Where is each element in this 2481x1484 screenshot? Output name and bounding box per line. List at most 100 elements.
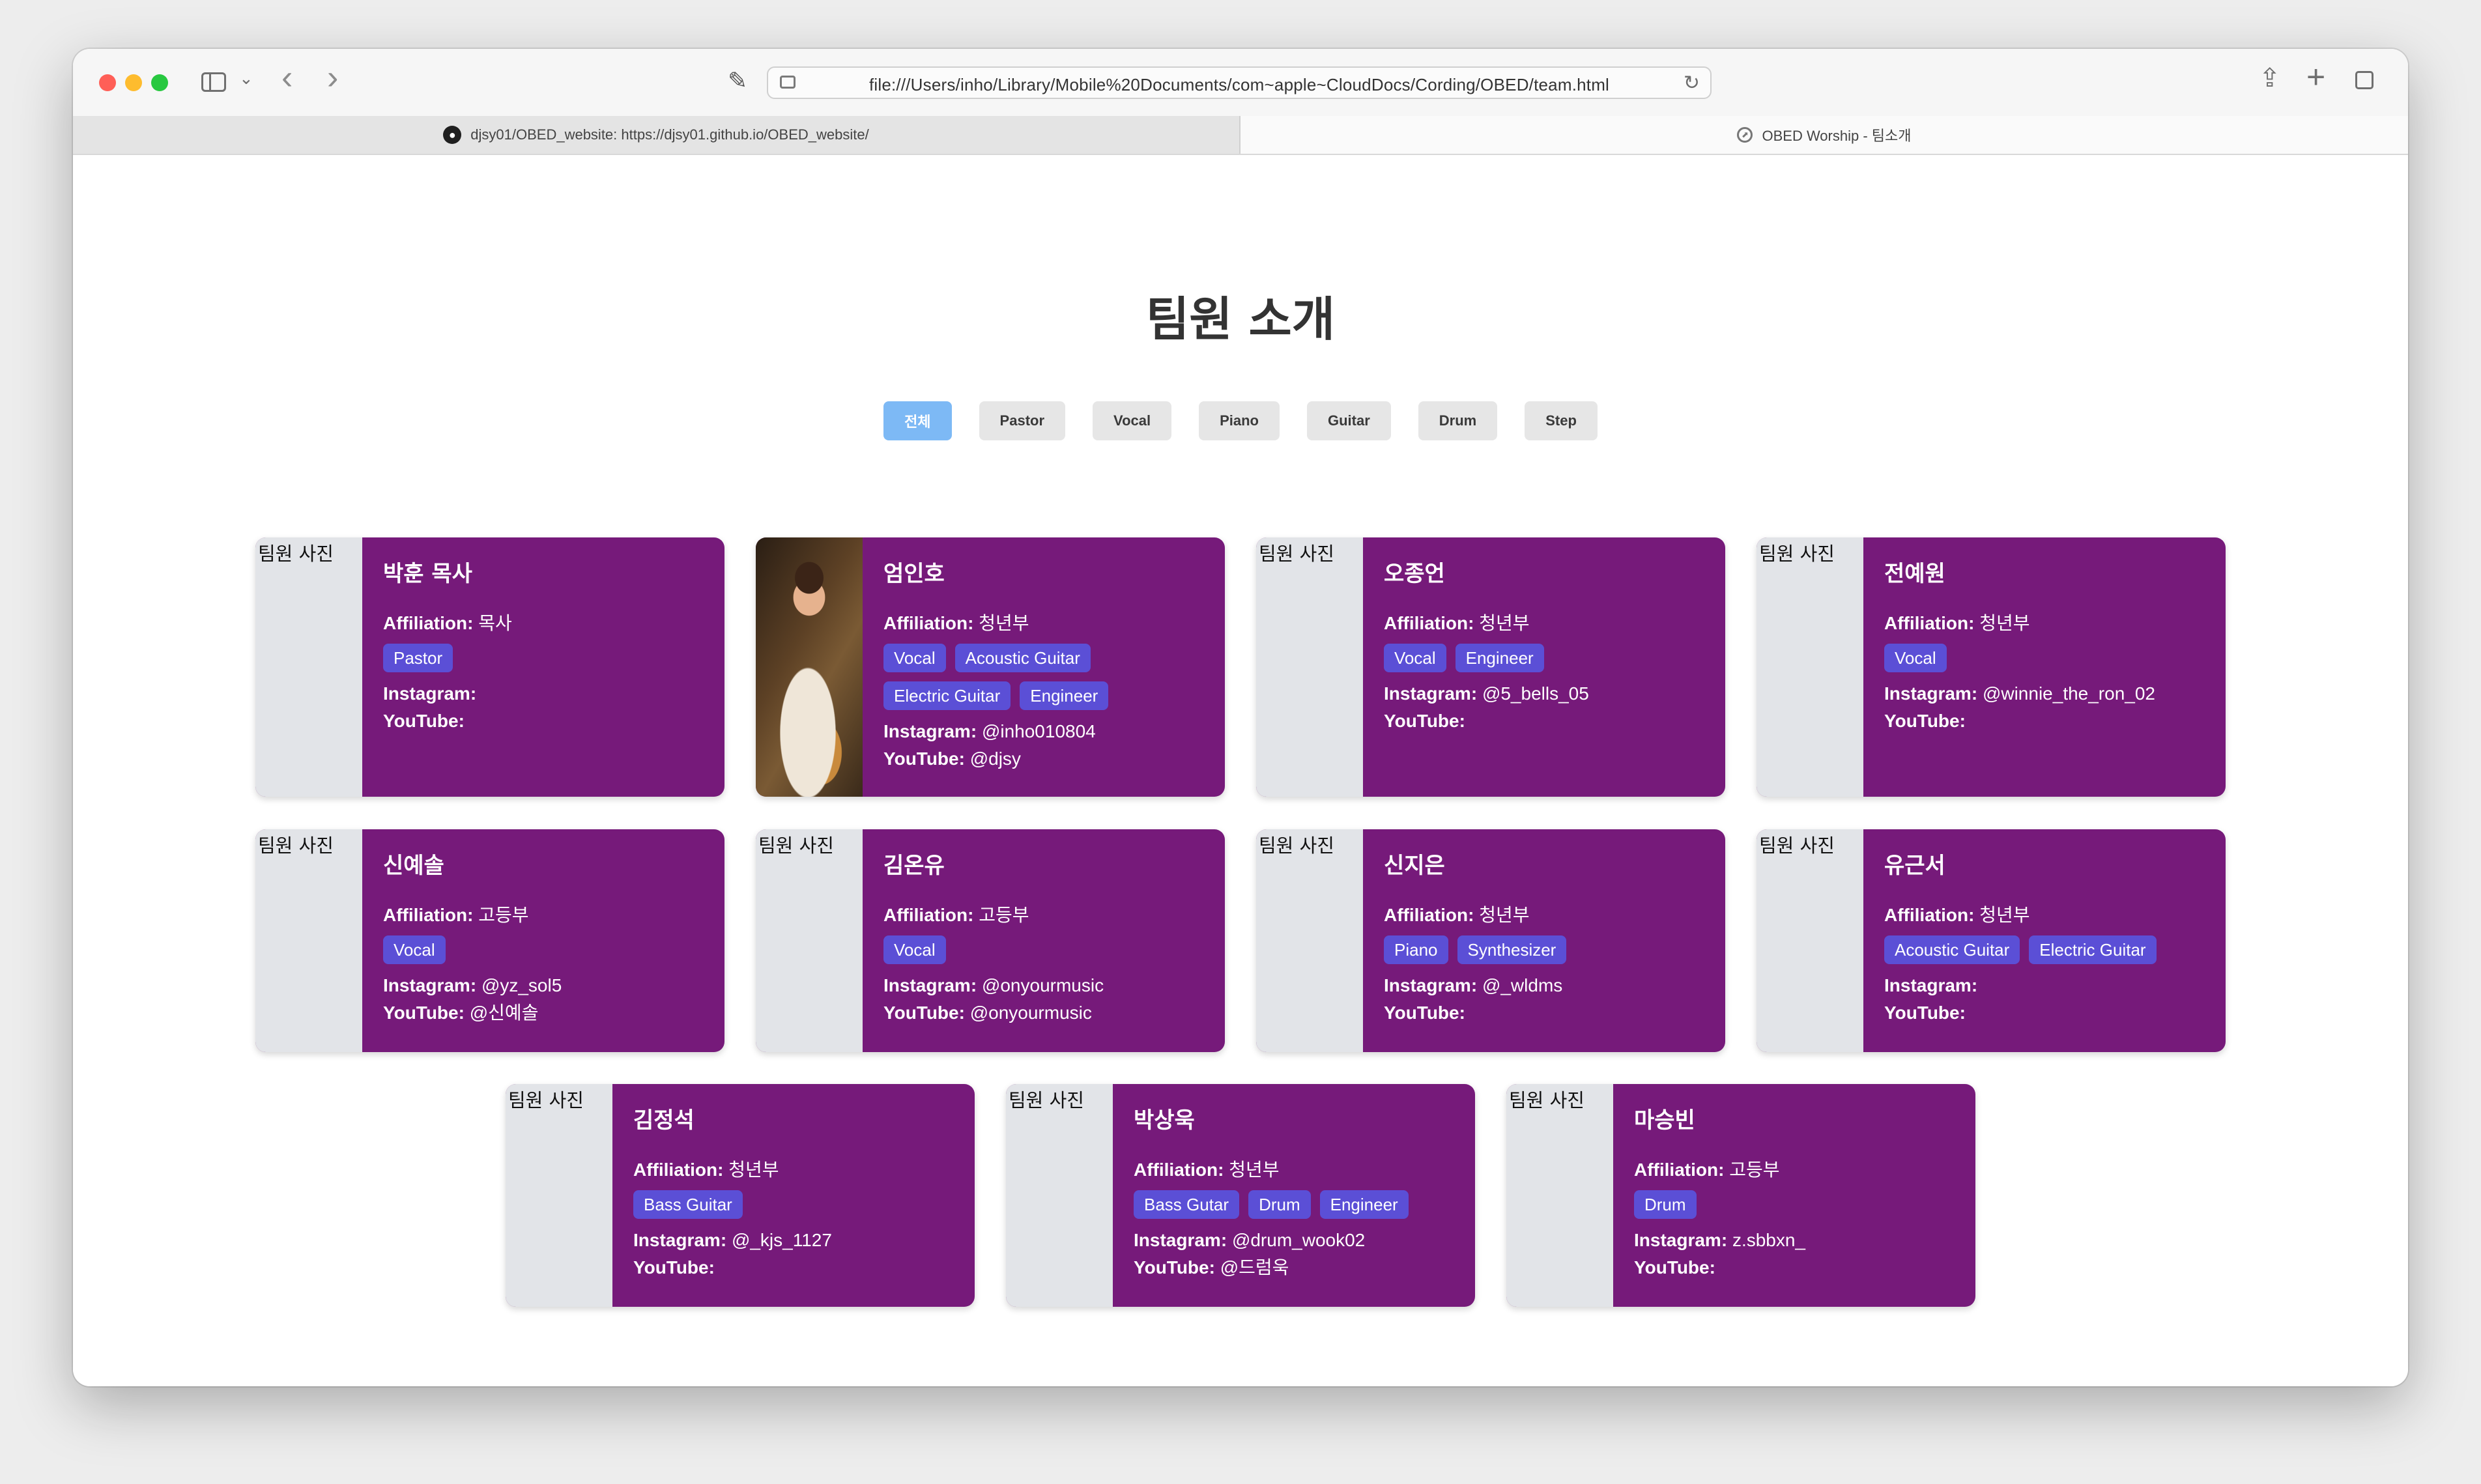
github-icon: ●	[443, 126, 462, 144]
role-tag: Vocal	[883, 644, 946, 672]
youtube-handle[interactable]: @신예솔	[470, 1003, 539, 1023]
member-photo: 팀원 사진	[1006, 1084, 1113, 1307]
member-instagram: Instagram: @yz_sol5	[383, 972, 724, 999]
youtube-handle[interactable]: @onyourmusic	[970, 1003, 1092, 1023]
member-instagram: Instagram:	[1884, 972, 2226, 999]
instagram-handle[interactable]: @yz_sol5	[481, 975, 562, 995]
new-tab-icon[interactable]: +	[2306, 58, 2325, 96]
member-info: 유근서 Affiliation: 청년부 Acoustic Guitar Ele…	[1863, 829, 2226, 1052]
member-affiliation: Affiliation: 청년부	[1384, 902, 1725, 929]
browser-toolbar: ⌄ ‹ › ✎ file:///Users/inho/Library/Mobil…	[73, 49, 2408, 117]
role-tag: Synthesizer	[1457, 935, 1567, 964]
member-card: 팀원 사진 오종언 Affiliation: 청년부 Vocal Enginee…	[1256, 537, 1725, 797]
member-instagram: Instagram: @_wldms	[1384, 972, 1725, 999]
affiliation-value: 고등부	[478, 905, 529, 925]
youtube-handle[interactable]: @djsy	[970, 749, 1021, 769]
instagram-handle[interactable]: @onyourmusic	[982, 975, 1104, 995]
instagram-handle[interactable]: @5_bells_05	[1482, 683, 1589, 704]
instagram-label: Instagram:	[883, 975, 977, 995]
member-affiliation: Affiliation: 고등부	[883, 902, 1225, 929]
address-bar[interactable]: file:///Users/inho/Library/Mobile%20Docu…	[767, 66, 1712, 99]
member-photo: 팀원 사진	[1506, 1084, 1613, 1307]
member-affiliation: Affiliation: 청년부	[1884, 902, 2226, 929]
member-affiliation: Affiliation: 고등부	[1634, 1156, 1975, 1184]
share-icon[interactable]: ⇪	[2259, 63, 2281, 93]
filter-bar: 전체 Pastor Vocal Piano Guitar Drum Step	[73, 401, 2408, 440]
role-tag: Engineer	[1455, 644, 1544, 672]
filter-all-button[interactable]: 전체	[883, 401, 952, 440]
zoom-window-button[interactable]	[151, 74, 168, 91]
instagram-handle[interactable]: @drum_wook02	[1232, 1230, 1365, 1250]
member-tags: Acoustic Guitar Electric Guitar	[1884, 935, 2226, 964]
member-youtube: YouTube:	[383, 707, 724, 735]
youtube-label: YouTube:	[1134, 1257, 1215, 1277]
instagram-handle[interactable]: @winnie_the_ron_02	[1983, 683, 2155, 704]
role-tag: Vocal	[1384, 644, 1446, 672]
sidebar-toggle-icon[interactable]	[201, 72, 226, 92]
member-photo: 팀원 사진	[1757, 829, 1863, 1052]
member-info: 전예원 Affiliation: 청년부 Vocal Instagram: @w…	[1863, 537, 2226, 797]
role-tag: Engineer	[1020, 681, 1109, 710]
reload-icon[interactable]: ↻	[1684, 72, 1700, 94]
affiliation-label: Affiliation:	[633, 1160, 724, 1180]
member-affiliation: Affiliation: 청년부	[1134, 1156, 1475, 1184]
member-tags: Drum	[1634, 1190, 1975, 1219]
affiliation-label: Affiliation:	[1134, 1160, 1224, 1180]
youtube-label: YouTube:	[1884, 1003, 1966, 1023]
filter-pastor-button[interactable]: Pastor	[979, 401, 1066, 440]
instagram-handle[interactable]: @_wldms	[1482, 975, 1562, 995]
role-tag: Drum	[1634, 1190, 1697, 1219]
filter-guitar-button[interactable]: Guitar	[1307, 401, 1391, 440]
close-window-button[interactable]	[99, 74, 116, 91]
forward-arrow-icon[interactable]: ›	[327, 61, 338, 94]
tab-overview-icon[interactable]	[2351, 71, 2373, 91]
affiliation-label: Affiliation:	[883, 613, 974, 633]
affiliation-label: Affiliation:	[883, 905, 974, 925]
member-affiliation: Affiliation: 청년부	[1384, 610, 1725, 637]
member-tags: Bass Gutar Drum Engineer	[1134, 1190, 1475, 1219]
member-instagram: Instagram: @_kjs_1127	[633, 1227, 975, 1254]
photo-alt-text: 팀원 사진	[508, 1089, 584, 1111]
url-text[interactable]: file:///Users/inho/Library/Mobile%20Docu…	[768, 75, 1710, 95]
youtube-label: YouTube:	[883, 1003, 965, 1023]
instagram-label: Instagram:	[1634, 1230, 1728, 1250]
instagram-handle[interactable]: @inho010804	[982, 721, 1096, 741]
instagram-handle[interactable]: z.sbbxn_	[1732, 1230, 1805, 1250]
filter-vocal-button[interactable]: Vocal	[1093, 401, 1172, 440]
extension-icon[interactable]: ✎	[728, 67, 747, 94]
tab-github[interactable]: ● djsy01/OBED_website: https://djsy01.gi…	[73, 116, 1240, 154]
tab-obed-team[interactable]: ⬈ OBED Worship - 팀소개	[1240, 116, 2408, 154]
chevron-down-icon[interactable]: ⌄	[239, 68, 253, 89]
member-card: 팀원 사진 신예솔 Affiliation: 고등부 Vocal Instagr…	[255, 829, 724, 1052]
filter-step-button[interactable]: Step	[1525, 401, 1598, 440]
back-arrow-icon[interactable]: ‹	[281, 61, 293, 94]
member-photo: 팀원 사진	[756, 829, 863, 1052]
page-title: 팀원 소개	[1145, 292, 1336, 347]
page-content: 팀원 소개 전체 Pastor Vocal Piano Guitar Drum …	[73, 155, 2408, 1386]
member-photo: 팀원 사진	[1256, 829, 1363, 1052]
member-instagram: Instagram: @drum_wook02	[1134, 1227, 1475, 1254]
member-youtube: YouTube: @드럼욱	[1134, 1254, 1475, 1281]
affiliation-value: 청년부	[728, 1160, 779, 1180]
member-affiliation: Affiliation: 고등부	[383, 902, 724, 929]
youtube-label: YouTube:	[1634, 1257, 1715, 1277]
member-name: 전예원	[1884, 561, 1945, 587]
photo-alt-text: 팀원 사진	[1759, 543, 1835, 565]
filter-piano-button[interactable]: Piano	[1199, 401, 1280, 440]
role-tag: Piano	[1384, 935, 1448, 964]
photo-alt-text: 팀원 사진	[1509, 1089, 1585, 1111]
member-tags: Vocal Engineer	[1384, 644, 1725, 672]
member-youtube: YouTube:	[1884, 999, 2226, 1027]
youtube-label: YouTube:	[1384, 711, 1465, 731]
member-youtube: YouTube: @djsy	[883, 745, 1225, 773]
instagram-handle[interactable]: @_kjs_1127	[732, 1230, 832, 1250]
member-photo: 팀원 사진	[506, 1084, 612, 1307]
member-tags: Piano Synthesizer	[1384, 935, 1725, 964]
youtube-label: YouTube:	[633, 1257, 715, 1277]
minimize-window-button[interactable]	[125, 74, 142, 91]
affiliation-label: Affiliation:	[383, 613, 474, 633]
role-tag: Engineer	[1319, 1190, 1409, 1219]
youtube-handle[interactable]: @드럼욱	[1220, 1257, 1289, 1277]
filter-drum-button[interactable]: Drum	[1418, 401, 1498, 440]
role-tag: Electric Guitar	[883, 681, 1011, 710]
